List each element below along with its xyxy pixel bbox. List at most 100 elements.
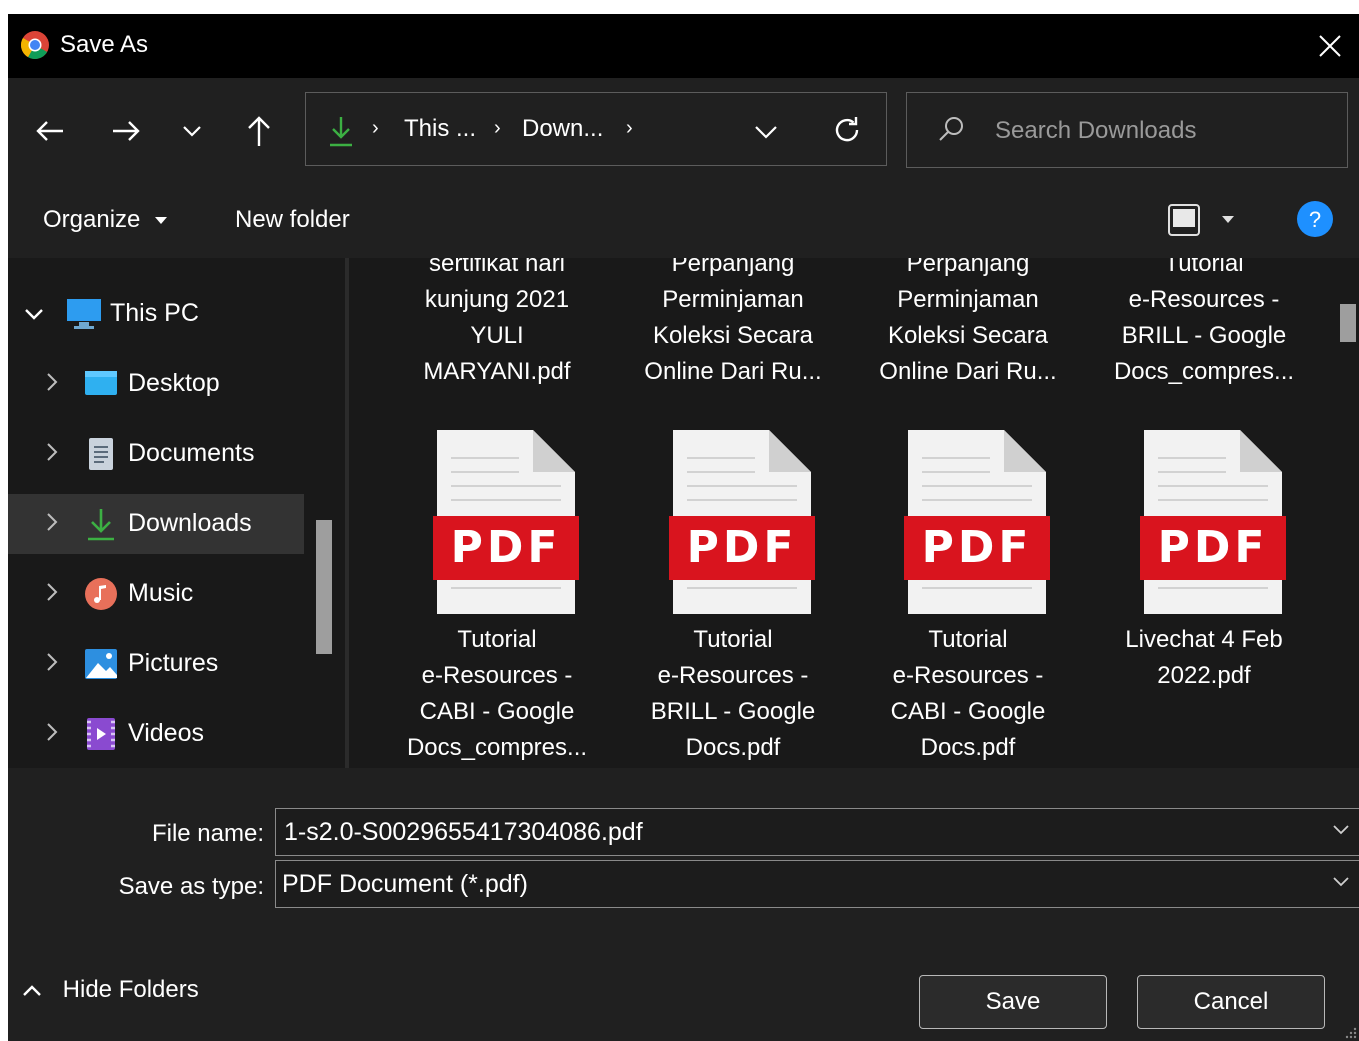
sidebar-item-documents[interactable]: Documents bbox=[8, 424, 304, 484]
caret-down-icon bbox=[155, 216, 168, 224]
breadcrumb-separator-icon: › bbox=[494, 117, 501, 139]
file-item[interactable]: Tutorial e-Resources - BRILL - Google Do… bbox=[1094, 258, 1314, 390]
view-pane-icon bbox=[1168, 204, 1200, 236]
organize-button[interactable]: Organize bbox=[43, 206, 168, 234]
file-item[interactable]: PDF Tutorial e-Resources - CABI - Google… bbox=[387, 418, 607, 768]
file-item[interactable]: PDF Tutorial e-Resources - CABI - Google… bbox=[858, 418, 1078, 768]
file-item[interactable]: PDF Livechat 4 Feb 2022.pdf bbox=[1094, 418, 1314, 768]
address-bar[interactable]: › This ... › Down... › bbox=[305, 92, 887, 166]
close-icon bbox=[1319, 35, 1341, 57]
sidebar-item-label: Desktop bbox=[128, 369, 220, 397]
sidebar-item-music[interactable]: Music bbox=[8, 564, 304, 624]
download-icon bbox=[88, 509, 114, 541]
save-as-dialog: Save As › This ... › Down... › Search Do… bbox=[8, 14, 1359, 1041]
file-name-line: sertifikat hari bbox=[428, 258, 566, 277]
arrow-up-icon bbox=[248, 116, 270, 146]
file-name-line: 2022.pdf bbox=[1157, 662, 1251, 689]
refresh-icon[interactable] bbox=[832, 115, 862, 145]
pdf-file-icon: PDF bbox=[1140, 430, 1286, 614]
file-list-pane: sertifikat hari kunjung 2021 YULI MARYAN… bbox=[349, 258, 1359, 768]
breadcrumb-downloads[interactable]: Down... bbox=[522, 115, 603, 143]
download-icon bbox=[330, 117, 352, 147]
file-name-line: Online Dari Ru... bbox=[879, 358, 1057, 385]
music-icon bbox=[85, 578, 117, 610]
pdf-badge-text: PDF bbox=[687, 522, 798, 573]
sidebar-item-desktop[interactable]: Desktop bbox=[8, 354, 304, 414]
file-list-scrollbar[interactable] bbox=[1340, 304, 1356, 342]
close-button[interactable] bbox=[1301, 14, 1359, 78]
back-button[interactable] bbox=[30, 116, 70, 146]
chevron-right-icon[interactable] bbox=[46, 652, 58, 672]
file-item[interactable]: Perpanjang Perminjaman Koleksi Secara On… bbox=[858, 258, 1078, 390]
sidebar-item-label: Documents bbox=[128, 439, 255, 467]
new-folder-button[interactable]: New folder bbox=[235, 206, 350, 234]
file-name-line: Perminjaman bbox=[662, 286, 804, 313]
arrow-right-icon bbox=[113, 121, 140, 141]
pdf-file-icon: PDF bbox=[904, 430, 1050, 614]
chevron-right-icon[interactable] bbox=[46, 512, 58, 532]
breadcrumb-separator-icon: › bbox=[372, 117, 379, 139]
chevron-right-icon[interactable] bbox=[46, 722, 58, 742]
pdf-badge-text: PDF bbox=[1158, 522, 1269, 573]
file-item[interactable]: Perpanjang Perminjaman Koleksi Secara On… bbox=[623, 258, 843, 390]
search-box[interactable]: Search Downloads bbox=[906, 92, 1348, 168]
svg-text:?: ? bbox=[1309, 207, 1321, 232]
sidebar-item-pictures[interactable]: Pictures bbox=[8, 634, 304, 694]
file-name-line: CABI - Google bbox=[890, 698, 1046, 725]
arrow-left-icon bbox=[36, 121, 63, 141]
search-icon bbox=[939, 117, 963, 141]
file-name-line: Docs_compres... bbox=[1113, 358, 1295, 385]
file-name-input[interactable]: 1-s2.0-S0029655417304086.pdf bbox=[284, 818, 643, 847]
file-item[interactable]: sertifikat hari kunjung 2021 YULI MARYAN… bbox=[387, 258, 607, 390]
save-type-select[interactable]: PDF Document (*.pdf) bbox=[275, 860, 1359, 908]
help-icon[interactable]: ? bbox=[1296, 200, 1334, 238]
sidebar-scrollbar[interactable] bbox=[316, 520, 332, 654]
sidebar-item-label: Music bbox=[128, 579, 194, 607]
breadcrumb-this-pc[interactable]: This ... bbox=[404, 115, 476, 143]
pdf-badge-text: PDF bbox=[922, 522, 1033, 573]
file-name-line: Docs_compres... bbox=[406, 734, 588, 761]
recent-locations-button[interactable] bbox=[178, 120, 206, 142]
file-name-line: e-Resources - bbox=[421, 662, 573, 689]
file-name-line: Perminjaman bbox=[897, 286, 1039, 313]
cancel-button[interactable]: Cancel bbox=[1137, 975, 1325, 1029]
search-input[interactable]: Search Downloads bbox=[995, 117, 1196, 145]
sidebar-item-videos[interactable]: Videos bbox=[8, 704, 304, 764]
address-dropdown-icon[interactable] bbox=[754, 125, 778, 139]
file-name-line: kunjung 2021 bbox=[424, 286, 570, 313]
file-name-label: File name: bbox=[151, 820, 264, 847]
file-item[interactable]: PDF Tutorial e-Resources - BRILL - Googl… bbox=[623, 418, 843, 768]
pictures-icon bbox=[85, 649, 117, 679]
chevron-right-icon[interactable] bbox=[46, 582, 58, 602]
page-top-strip bbox=[0, 0, 1359, 10]
view-options-button[interactable] bbox=[1166, 202, 1238, 238]
sidebar-item-this-pc[interactable]: This PC bbox=[8, 284, 304, 344]
chevron-right-icon[interactable] bbox=[46, 372, 58, 392]
caret-down-icon bbox=[1222, 216, 1234, 223]
hide-folders-button[interactable]: Hide Folders bbox=[22, 976, 199, 1004]
sidebar-item-downloads[interactable]: Downloads bbox=[8, 494, 304, 554]
pdf-file-icon: PDF bbox=[433, 430, 579, 614]
sidebar-item-label: Pictures bbox=[128, 649, 219, 677]
chevron-down-icon[interactable] bbox=[1333, 877, 1349, 887]
dialog-title: Save As bbox=[60, 31, 149, 58]
resize-grip-icon[interactable] bbox=[1345, 1027, 1357, 1039]
forward-button[interactable] bbox=[106, 116, 146, 146]
up-button[interactable] bbox=[242, 114, 276, 148]
file-name-line: YULI bbox=[470, 322, 524, 349]
chevron-right-icon[interactable] bbox=[46, 442, 58, 462]
save-button[interactable]: Save bbox=[919, 975, 1107, 1029]
title-bar: Save As bbox=[8, 14, 1359, 78]
save-options-area: File name: 1-s2.0-S0029655417304086.pdf … bbox=[8, 768, 1359, 1041]
file-name-line: Koleksi Secara bbox=[652, 322, 814, 349]
videos-icon bbox=[87, 718, 115, 750]
file-name-line: BRILL - Google bbox=[650, 698, 816, 725]
command-toolbar: Organize New folder ? bbox=[8, 184, 1359, 258]
file-name-line: MARYANI.pdf bbox=[423, 358, 571, 385]
navigation-pane: This PC Desktop Documents Downloads Musi… bbox=[8, 258, 345, 768]
file-name-field[interactable]: 1-s2.0-S0029655417304086.pdf bbox=[275, 808, 1359, 856]
chevron-down-icon[interactable] bbox=[24, 308, 44, 320]
file-name-line: e-Resources - bbox=[892, 662, 1044, 689]
file-name-line: Koleksi Secara bbox=[887, 322, 1049, 349]
chevron-down-icon[interactable] bbox=[1333, 825, 1349, 835]
